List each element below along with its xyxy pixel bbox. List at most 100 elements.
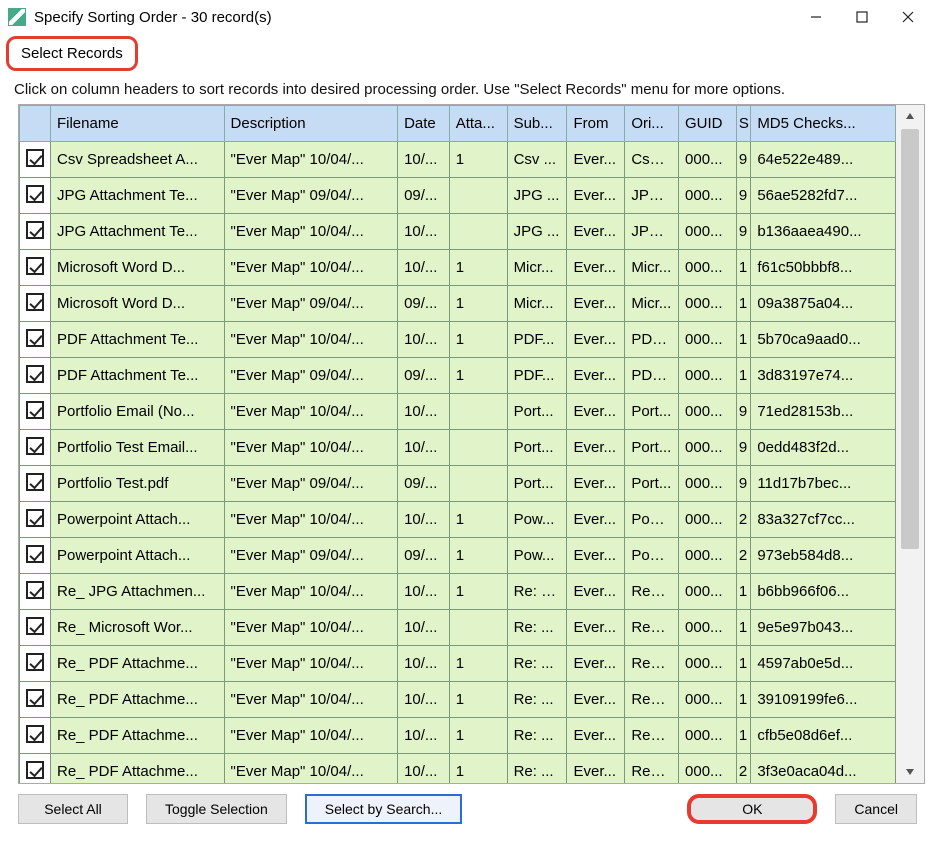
table-row[interactable]: Microsoft Word D..."Ever Map" 10/04/...1… (20, 250, 896, 286)
cell-guid: 000... (679, 646, 737, 682)
cell-description: "Ever Map" 10/04/... (224, 394, 398, 430)
row-checkbox[interactable] (20, 286, 51, 322)
toggle-selection-button[interactable]: Toggle Selection (146, 794, 287, 824)
scroll-up-icon[interactable] (896, 105, 924, 127)
row-checkbox[interactable] (20, 250, 51, 286)
menu-select-records[interactable]: Select Records (6, 36, 138, 71)
cell-md5: 3f3e0aca04d... (751, 754, 896, 784)
close-button[interactable] (885, 2, 931, 32)
table-row[interactable]: Re_ PDF Attachme..."Ever Map" 10/04/...1… (20, 646, 896, 682)
row-checkbox[interactable] (20, 466, 51, 502)
scroll-down-icon[interactable] (896, 761, 924, 783)
table-row[interactable]: Csv Spreadsheet A..."Ever Map" 10/04/...… (20, 142, 896, 178)
table-row[interactable]: PDF Attachment Te..."Ever Map" 10/04/...… (20, 322, 896, 358)
checkmark-icon (26, 149, 44, 167)
cell-subject: Csv ... (507, 142, 567, 178)
cell-date: 10/... (398, 430, 450, 466)
header-s[interactable]: S (736, 106, 750, 142)
cell-filename: Portfolio Test Email... (50, 430, 224, 466)
cell-date: 10/... (398, 718, 450, 754)
row-checkbox[interactable] (20, 358, 51, 394)
header-guid[interactable]: GUID (679, 106, 737, 142)
table-row[interactable]: PDF Attachment Te..."Ever Map" 09/04/...… (20, 358, 896, 394)
cell-subject: JPG ... (507, 178, 567, 214)
cell-guid: 000... (679, 682, 737, 718)
checkmark-icon (26, 689, 44, 707)
scroll-thumb[interactable] (901, 129, 919, 549)
cell-from: Ever... (567, 718, 625, 754)
cell-subject: Re: ... (507, 754, 567, 784)
checkmark-icon (26, 725, 44, 743)
maximize-button[interactable] (839, 2, 885, 32)
cell-date: 10/... (398, 502, 450, 538)
footer: Select All Toggle Selection Select by Se… (0, 784, 935, 834)
header-checkbox[interactable] (20, 106, 51, 142)
vertical-scrollbar[interactable] (896, 105, 924, 783)
table-row[interactable]: Powerpoint Attach..."Ever Map" 10/04/...… (20, 502, 896, 538)
header-description[interactable]: Description (224, 106, 398, 142)
row-checkbox[interactable] (20, 322, 51, 358)
table-row[interactable]: Re_ JPG Attachmen..."Ever Map" 10/04/...… (20, 574, 896, 610)
checkmark-icon (26, 473, 44, 491)
row-checkbox[interactable] (20, 178, 51, 214)
titlebar: Specify Sorting Order - 30 record(s) (0, 0, 935, 34)
cell-filename: Portfolio Email (No... (50, 394, 224, 430)
cell-filename: Re_ PDF Attachme... (50, 754, 224, 784)
row-checkbox[interactable] (20, 214, 51, 250)
row-checkbox[interactable] (20, 754, 51, 784)
header-origin[interactable]: Ori... (625, 106, 679, 142)
header-subject[interactable]: Sub... (507, 106, 567, 142)
cell-s: 2 (736, 754, 750, 784)
table-row[interactable]: Re_ PDF Attachme..."Ever Map" 10/04/...1… (20, 718, 896, 754)
cell-guid: 000... (679, 250, 737, 286)
row-checkbox[interactable] (20, 394, 51, 430)
table-row[interactable]: Portfolio Test.pdf"Ever Map" 09/04/...09… (20, 466, 896, 502)
checkmark-icon (26, 761, 44, 779)
row-checkbox[interactable] (20, 430, 51, 466)
cell-attach: 1 (449, 718, 507, 754)
header-filename[interactable]: Filename (50, 106, 224, 142)
row-checkbox[interactable] (20, 574, 51, 610)
table-row[interactable]: Re_ Microsoft Wor..."Ever Map" 10/04/...… (20, 610, 896, 646)
minimize-button[interactable] (793, 2, 839, 32)
table-row[interactable]: Powerpoint Attach..."Ever Map" 09/04/...… (20, 538, 896, 574)
cell-description: "Ever Map" 09/04/... (224, 466, 398, 502)
cell-md5: 83a327cf7cc... (751, 502, 896, 538)
row-checkbox[interactable] (20, 646, 51, 682)
cell-md5: 39109199fe6... (751, 682, 896, 718)
table-row[interactable]: Re_ PDF Attachme..."Ever Map" 10/04/...1… (20, 754, 896, 784)
select-all-button[interactable]: Select All (18, 794, 128, 824)
cell-from: Ever... (567, 250, 625, 286)
table-row[interactable]: Re_ PDF Attachme..."Ever Map" 10/04/...1… (20, 682, 896, 718)
table-row[interactable]: JPG Attachment Te..."Ever Map" 09/04/...… (20, 178, 896, 214)
cell-s: 9 (736, 178, 750, 214)
row-checkbox[interactable] (20, 718, 51, 754)
table-row[interactable]: Portfolio Test Email..."Ever Map" 10/04/… (20, 430, 896, 466)
cell-from: Ever... (567, 466, 625, 502)
row-checkbox[interactable] (20, 502, 51, 538)
cell-from: Ever... (567, 142, 625, 178)
cell-date: 10/... (398, 574, 450, 610)
header-from[interactable]: From (567, 106, 625, 142)
cell-filename: Re_ PDF Attachme... (50, 646, 224, 682)
cell-subject: Micr... (507, 250, 567, 286)
header-attach[interactable]: Atta... (449, 106, 507, 142)
checkmark-icon (26, 509, 44, 527)
row-checkbox[interactable] (20, 682, 51, 718)
cancel-button[interactable]: Cancel (835, 794, 917, 824)
row-checkbox[interactable] (20, 142, 51, 178)
cell-md5: 9e5e97b043... (751, 610, 896, 646)
select-by-search-button[interactable]: Select by Search... (305, 794, 463, 824)
row-checkbox[interactable] (20, 538, 51, 574)
table-row[interactable]: JPG Attachment Te..."Ever Map" 10/04/...… (20, 214, 896, 250)
table-row[interactable]: Microsoft Word D..."Ever Map" 09/04/...0… (20, 286, 896, 322)
ok-button[interactable]: OK (687, 794, 817, 824)
header-md5[interactable]: MD5 Checks... (751, 106, 896, 142)
cell-date: 09/... (398, 466, 450, 502)
row-checkbox[interactable] (20, 610, 51, 646)
table-row[interactable]: Portfolio Email (No..."Ever Map" 10/04/.… (20, 394, 896, 430)
cell-description: "Ever Map" 09/04/... (224, 178, 398, 214)
cell-guid: 000... (679, 574, 737, 610)
cell-origin: Micr... (625, 286, 679, 322)
header-date[interactable]: Date (398, 106, 450, 142)
